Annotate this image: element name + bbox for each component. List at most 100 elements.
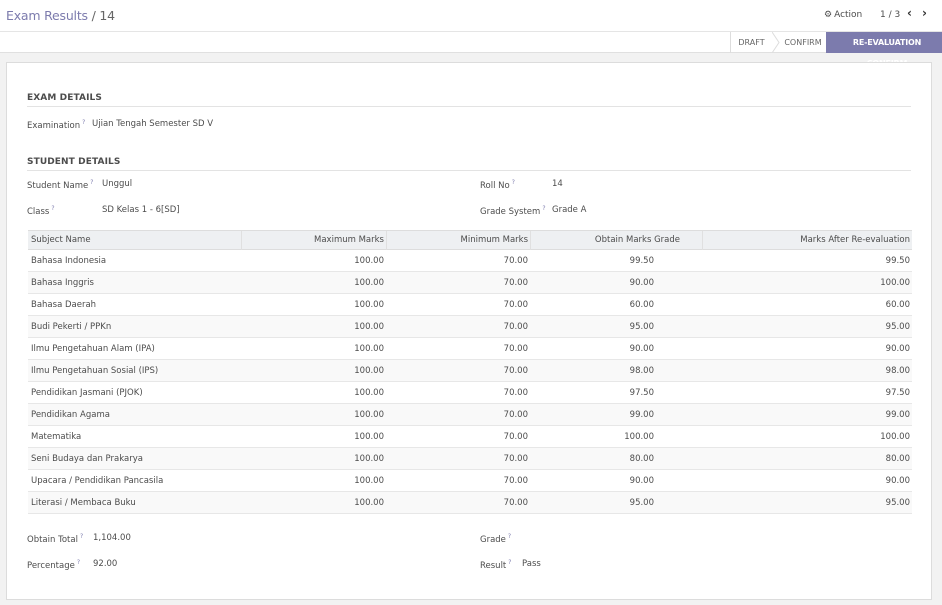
cell-subject-name: Ilmu Pengetahuan Sosial (IPS) [31,366,159,376]
cell-maximum-marks: 100.00 [354,476,384,486]
column-header-maximum-marks[interactable]: Maximum Marks [241,231,386,250]
action-menu-button[interactable]: ⚙ Action [824,10,862,20]
cell-minimum-marks: 70.00 [503,366,528,376]
form-sheet: EXAM DETAILS Examination? Ujian Tengah S… [6,62,932,600]
student-name-value[interactable]: Unggul [102,179,132,189]
table-row[interactable]: Upacara / Pendidikan Pancasila 100.00 70.0… [28,470,912,492]
cell-marks-after-reevaluation: 95.00 [885,322,910,332]
cell-maximum-marks: 100.00 [354,322,384,332]
cell-obtain-marks-grade: 100.00 [624,432,654,442]
result-value: Pass [522,559,541,569]
cell-minimum-marks: 70.00 [503,498,528,508]
cell-marks-after-reevaluation: 90.00 [885,344,910,354]
cell-maximum-marks: 100.00 [354,410,384,420]
cell-subject-name: Literasi / Membaca Buku [31,498,136,508]
help-icon[interactable]: ? [508,559,511,566]
control-panel: Exam Results / 14 ⚙ Action 1 / 3 ‹ › [0,0,942,31]
cell-obtain-marks-grade: 98.00 [629,366,654,376]
cell-obtain-marks-grade: 99.00 [629,410,654,420]
status-reevaluation-confirm-button[interactable]: RE-EVALUATION CONFIRM [826,32,942,68]
table-row[interactable]: Matematika 100.00 70.00 100.00 100.00 [28,426,912,448]
cell-maximum-marks: 100.00 [354,388,384,398]
cell-minimum-marks: 70.00 [503,432,528,442]
cell-obtain-marks-grade: 95.00 [629,322,654,332]
cell-maximum-marks: 100.00 [354,498,384,508]
pager-next-button[interactable]: › [922,7,927,19]
table-row[interactable]: Ilmu Pengetahuan Alam (IPA) 100.00 70.00 90… [28,338,912,360]
table-body: Bahasa Indonesia 100.00 70.00 99.50 99.50 Bah… [28,250,912,514]
column-header-marks-after-reevaluation[interactable]: Marks After Re-evaluation [702,231,912,250]
grade-system-value[interactable]: Grade A [552,205,586,215]
cell-obtain-marks-grade: 90.00 [629,278,654,288]
cell-maximum-marks: 100.00 [354,454,384,464]
cell-marks-after-reevaluation: 60.00 [885,300,910,310]
cell-marks-after-reevaluation: 97.50 [885,388,910,398]
chevron-right-icon: › [922,6,927,20]
column-header-subject[interactable]: Subject Name [28,231,241,250]
cell-marks-after-reevaluation: 95.00 [885,498,910,508]
result-label: Result? [480,559,512,571]
table-row[interactable]: Seni Budaya dan Prakarya 100.00 70.00 80.00… [28,448,912,470]
help-icon[interactable]: ? [512,179,515,186]
cell-maximum-marks: 100.00 [354,432,384,442]
cell-obtain-marks-grade: 95.00 [629,498,654,508]
breadcrumb: Exam Results / 14 [6,8,115,23]
cell-maximum-marks: 100.00 [354,366,384,376]
cell-marks-after-reevaluation: 80.00 [885,454,910,464]
help-icon[interactable]: ? [542,205,545,212]
gear-icon: ⚙ [824,10,833,20]
cell-obtain-marks-grade: 80.00 [629,454,654,464]
class-value[interactable]: SD Kelas 1 - 6[SD] [102,205,180,215]
table-row[interactable]: Bahasa Daerah 100.00 70.00 60.00 60.00 [28,294,912,316]
status-draft-button[interactable]: DRAFT [730,32,772,53]
table-row[interactable]: Ilmu Pengetahuan Sosial (IPS) 100.00 70.00… [28,360,912,382]
cell-maximum-marks: 100.00 [354,344,384,354]
pager-previous-button[interactable]: ‹ [907,7,912,19]
exam-details-title: EXAM DETAILS [27,93,102,103]
breadcrumb-separator: / [87,8,100,23]
help-icon[interactable]: ? [82,119,85,126]
breadcrumb-current: 14 [99,8,115,23]
obtain-total-value: 1,104.00 [93,533,131,543]
table-row[interactable]: Bahasa Indonesia 100.00 70.00 99.50 99.50 [28,250,912,272]
cell-obtain-marks-grade: 90.00 [629,344,654,354]
cell-maximum-marks: 100.00 [354,300,384,310]
roll-no-value: 14 [552,179,563,189]
table-row[interactable]: Pendidikan Jasmani (PJOK) 100.00 70.00 97.5… [28,382,912,404]
cell-minimum-marks: 70.00 [503,388,528,398]
column-header-minimum-marks[interactable]: Minimum Marks [386,231,530,250]
cell-marks-after-reevaluation: 100.00 [880,278,910,288]
cell-minimum-marks: 70.00 [503,278,528,288]
column-header-obtain-marks-grade[interactable]: Obtain Marks Grade [530,231,702,250]
table-row[interactable]: Pendidikan Agama 100.00 70.00 99.00 99.00 [28,404,912,426]
help-icon[interactable]: ? [80,533,83,540]
cell-subject-name: Ilmu Pengetahuan Alam (IPA) [31,344,155,354]
status-confirm-button[interactable]: CONFIRM [780,32,826,53]
chevron-left-icon: ‹ [907,6,912,20]
table-row[interactable]: Budi Pekerti / PPKn 100.00 70.00 95.00 95.00 [28,316,912,338]
cell-subject-name: Pendidikan Jasmani (PJOK) [31,388,143,398]
help-icon[interactable]: ? [77,559,80,566]
cell-maximum-marks: 100.00 [354,278,384,288]
cell-minimum-marks: 70.00 [503,410,528,420]
student-details-title: STUDENT DETAILS [27,157,121,167]
cell-subject-name: Bahasa Inggris [31,278,94,288]
cell-obtain-marks-grade: 99.50 [629,256,654,266]
cell-subject-name: Pendidikan Agama [31,410,110,420]
cell-minimum-marks: 70.00 [503,322,528,332]
table-row[interactable]: Bahasa Inggris 100.00 70.00 90.00 100.00 [28,272,912,294]
table-row[interactable]: Literasi / Membaca Buku 100.00 70.00 95.00 9… [28,492,912,514]
pager-value[interactable]: 1 / 3 [880,10,900,20]
obtain-total-label: Obtain Total? [27,533,84,545]
percentage-value: 92.00 [93,559,118,569]
examination-value[interactable]: Ujian Tengah Semester SD V [92,119,213,129]
breadcrumb-parent-link[interactable]: Exam Results [6,8,88,23]
cell-obtain-marks-grade: 90.00 [629,476,654,486]
cell-subject-name: Matematika [31,432,82,442]
cell-marks-after-reevaluation: 98.00 [885,366,910,376]
help-icon[interactable]: ? [51,205,54,212]
help-icon[interactable]: ? [90,179,93,186]
help-icon[interactable]: ? [508,533,511,540]
status-separator-icon [772,32,780,53]
marks-table: Subject Name Maximum Marks Minimum Marks… [28,230,912,514]
